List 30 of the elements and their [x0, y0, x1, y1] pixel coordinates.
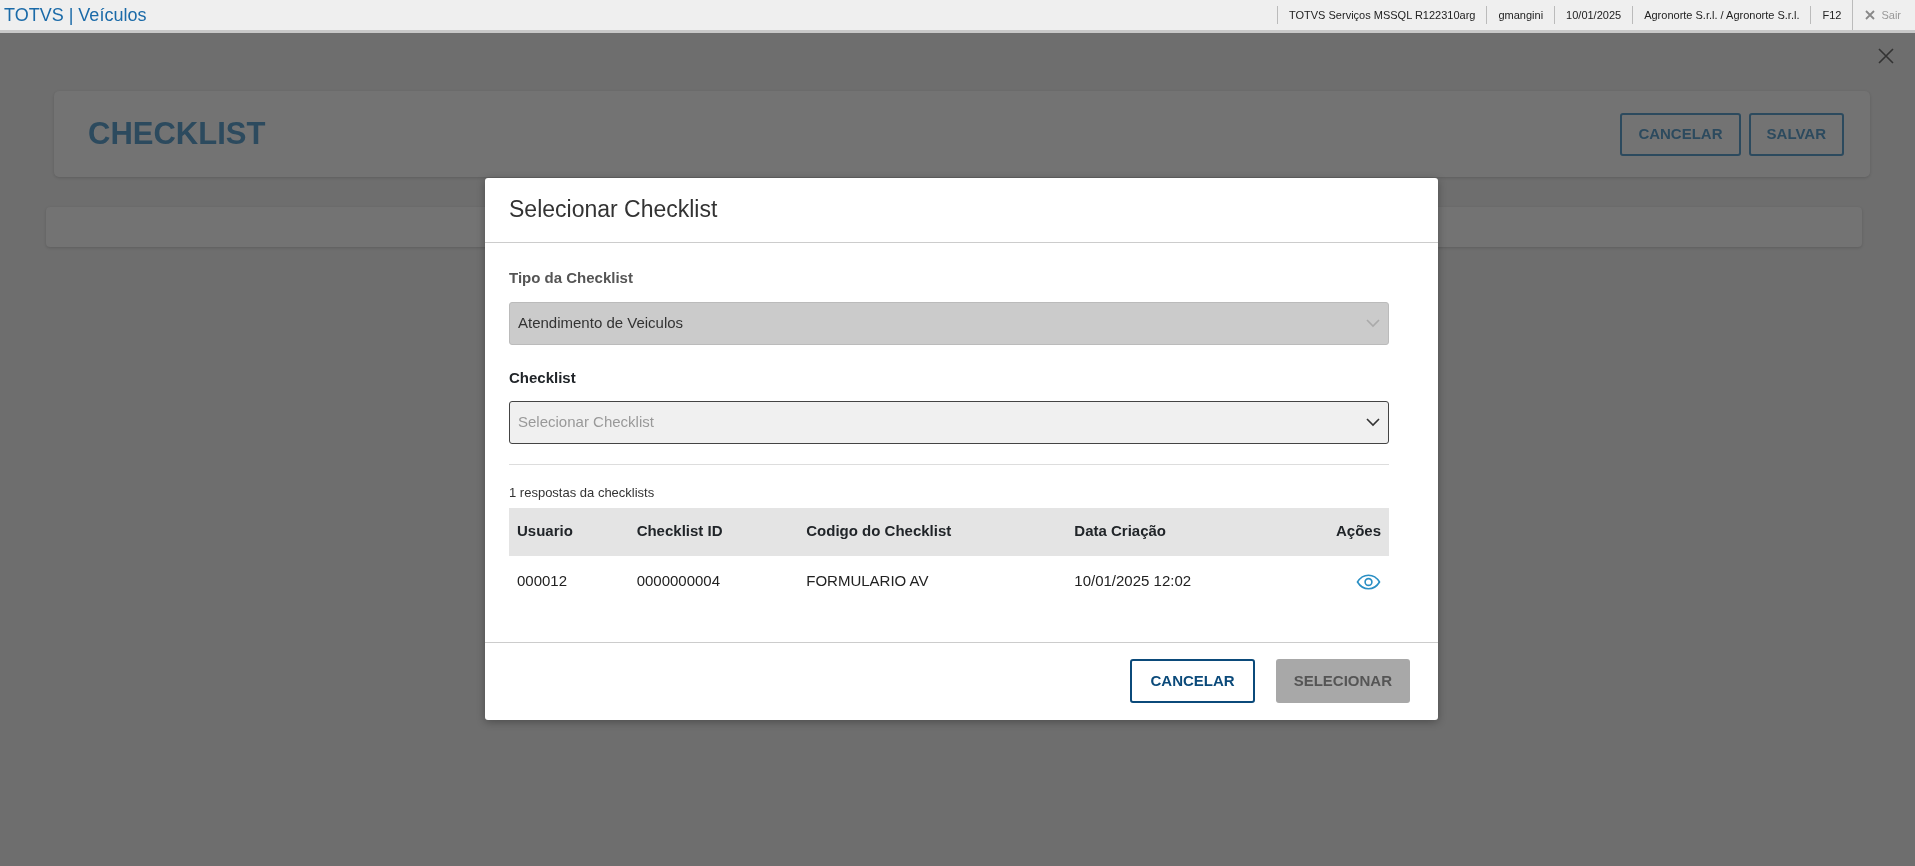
chevron-down-icon — [1366, 318, 1380, 328]
table-cell: 000012 — [509, 555, 629, 608]
status-text: 10/01/2025 — [1554, 6, 1633, 24]
app-title: TOTVS | Veículos — [4, 3, 147, 27]
close-icon[interactable] — [1877, 47, 1895, 65]
table-cell: 0000000004 — [628, 555, 799, 608]
page-title: CHECKLIST — [88, 115, 266, 153]
field-label: Tipo da Checklist — [509, 268, 634, 288]
dialog-button[interactable]: CANCELAR — [1130, 659, 1255, 703]
view-icon[interactable] — [1356, 574, 1381, 591]
select-field[interactable]: Selecionar Checklist — [509, 401, 1389, 444]
page-button[interactable]: CANCELAR — [1620, 112, 1741, 156]
status-text: F12 — [1810, 6, 1853, 24]
page-button[interactable]: SALVAR — [1748, 112, 1844, 156]
column-header: Data Criação — [1066, 507, 1288, 556]
chevron-down-icon — [1366, 418, 1380, 427]
close-icon — [1865, 10, 1876, 20]
results-caption: 1 respostas da checklists — [509, 484, 656, 502]
table-cell: 10/01/2025 12:02 — [1066, 555, 1288, 608]
status-text: gmangini — [1486, 6, 1555, 24]
column-header: Usuario — [509, 507, 629, 556]
column-header: Ações — [1287, 507, 1389, 556]
column-header: Codigo do Checklist — [798, 507, 1067, 556]
dialog-title: Selecionar Checklist — [509, 196, 718, 224]
column-header: Checklist ID — [628, 507, 799, 556]
status-text: TOTVS Serviços MSSQL R122310arg — [1277, 6, 1487, 24]
status-text: Agronorte S.r.l. / Agronorte S.r.l. — [1632, 6, 1811, 24]
select-field: Atendimento de Veiculos — [509, 301, 1389, 345]
table-cell: FORMULARIO AV — [798, 555, 1067, 608]
field-label: Checklist — [509, 367, 577, 388]
